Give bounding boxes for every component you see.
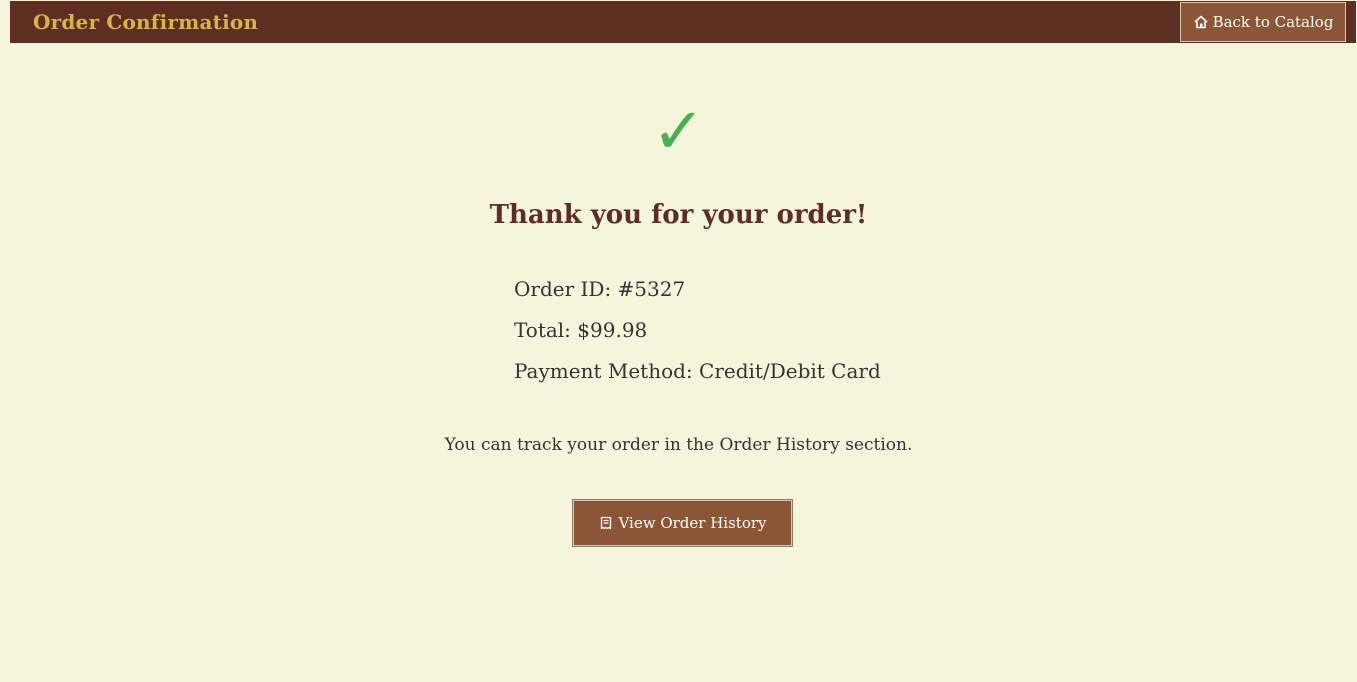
track-order-text: You can track your order in the Order Hi…	[444, 435, 913, 455]
order-id: Order ID: #5327	[514, 277, 686, 301]
back-to-catalog-label: Back to Catalog	[1212, 13, 1334, 31]
view-order-history-button[interactable]: View Order History	[572, 499, 793, 547]
thank-you-heading: Thank you for your order!	[489, 200, 868, 230]
back-to-catalog-button[interactable]: Back to Catalog	[1180, 2, 1346, 42]
page-title: Order Confirmation	[33, 10, 259, 34]
view-order-history-label: View Order History	[618, 514, 767, 532]
order-details: Order ID: #5327 Total: $99.98 Payment Me…	[514, 275, 881, 398]
payment-method: Payment Method: Credit/Debit Card	[514, 359, 881, 383]
top-header: Order Confirmation Back to Catalog	[10, 1, 1356, 43]
home-icon	[1193, 14, 1209, 30]
success-check-icon: ✓	[651, 95, 706, 169]
receipt-icon	[598, 515, 614, 531]
order-total: Total: $99.98	[514, 318, 648, 342]
